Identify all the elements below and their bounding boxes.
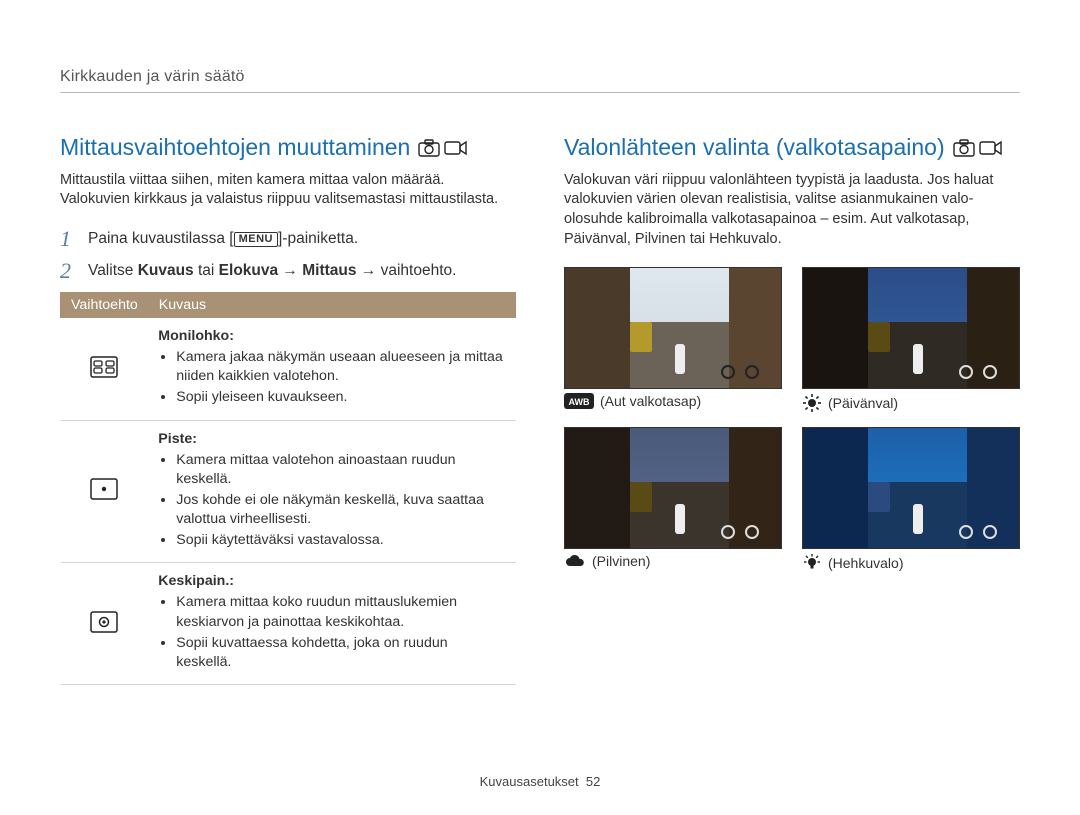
step2-b3: Mittaus [302, 262, 356, 279]
page-footer: Kuvausasetukset 52 [0, 774, 1080, 789]
option-title: Keskipain.: [158, 573, 505, 589]
wb-sample-image [802, 427, 1020, 549]
wb-sample-image [564, 427, 782, 549]
wb-sample-awb: AWB (Aut valkotasap) [564, 267, 782, 413]
option-bullet: Kamera mittaa valotehon ainoastaan ruudu… [176, 451, 505, 489]
step2-c: tai [194, 262, 219, 279]
svg-text:AWB: AWB [569, 397, 590, 407]
step-1: 1 Paina kuvaustilassa [MENU]-painiketta. [60, 228, 516, 250]
wb-sample-incandescent: (Hehkuvalo) [802, 427, 1020, 573]
option-bullet: Sopii yleiseen kuvaukseen. [176, 388, 505, 407]
step-number-1: 1 [60, 228, 78, 250]
option-title: Piste: [158, 431, 505, 447]
awb-icon: AWB [564, 393, 594, 409]
wb-sample-image [564, 267, 782, 389]
option-bullet: Jos kohde ei ole näkymän keskellä, kuva … [176, 491, 505, 529]
table-row: Monilohko: Kamera jakaa näkymän useaan a… [61, 318, 516, 421]
step2-b1: Kuvaus [138, 262, 194, 279]
options-col1-header: Vaihtoehto [61, 293, 149, 318]
step2-a: Valitse [88, 262, 138, 279]
options-col2-header: Kuvaus [148, 293, 515, 318]
wb-sample-cloudy: (Pilvinen) [564, 427, 782, 573]
video-mode-icon [444, 139, 468, 157]
option-bullet: Sopii kuvattaessa kohdetta, joka on ruud… [176, 634, 505, 672]
wb-sample-image [802, 267, 1020, 389]
option-bullet: Kamera jakaa näkymän useaan alueeseen ja… [176, 348, 505, 386]
step2-d1: → [278, 262, 302, 279]
wb-sample-daylight: (Päivänval) [802, 267, 1020, 413]
breadcrumb: Kirkkauden ja värin säätö [60, 68, 1020, 93]
option-icon-multi [61, 318, 149, 421]
step-2: 2 Valitse Kuvaus tai Elokuva → Mittaus →… [60, 260, 516, 282]
left-intro: Mittaustila viittaa siihen, miten kamera… [60, 171, 516, 210]
right-intro: Valokuvan väri riippuu valonlähteen tyyp… [564, 171, 1020, 249]
wb-caption: (Päivänval) [828, 395, 898, 411]
footer-section: Kuvausasetukset [480, 774, 579, 789]
left-heading-text: Mittausvaihtoehtojen muuttaminen [60, 133, 410, 163]
right-heading-text: Valonlähteen valinta (valkotasapaino) [564, 133, 945, 163]
step-number-2: 2 [60, 260, 78, 282]
wb-caption: (Hehkuvalo) [828, 555, 903, 571]
cloud-icon [564, 553, 586, 569]
table-row: Piste: Kamera mittaa valotehon ainoastaa… [61, 420, 516, 563]
step1-pre: Paina kuvaustilassa [ [88, 230, 234, 247]
option-bullet: Kamera mittaa koko ruudun mittauslukemie… [176, 593, 505, 631]
camera-mode-icon [953, 139, 975, 157]
sun-icon [802, 393, 822, 413]
left-column: Mittausvaihtoehtojen muuttaminen Mittaus… [60, 133, 516, 685]
wb-caption: (Pilvinen) [592, 553, 650, 569]
right-heading: Valonlähteen valinta (valkotasapaino) [564, 133, 1020, 163]
options-table: Vaihtoehto Kuvaus Monilohko: Kamera jaka… [60, 292, 516, 685]
bulb-icon [802, 553, 822, 573]
menu-key-label: MENU [234, 232, 278, 247]
step1-post: ]-painiketta. [278, 230, 358, 247]
footer-page-number: 52 [586, 774, 600, 789]
option-title: Monilohko: [158, 328, 505, 344]
step2-b2: Elokuva [219, 262, 278, 279]
wb-caption: (Aut valkotasap) [600, 393, 701, 409]
step2-e: → vaihtoehto. [357, 262, 457, 279]
table-row: Keskipain.: Kamera mittaa koko ruudun mi… [61, 563, 516, 685]
video-mode-icon [979, 139, 1003, 157]
left-heading: Mittausvaihtoehtojen muuttaminen [60, 133, 516, 163]
option-icon-center [61, 563, 149, 685]
right-column: Valonlähteen valinta (valkotasapaino) Va… [564, 133, 1020, 685]
option-bullet: Sopii käytettäväksi vastavalossa. [176, 531, 505, 550]
camera-mode-icon [418, 139, 440, 157]
option-icon-spot [61, 420, 149, 563]
